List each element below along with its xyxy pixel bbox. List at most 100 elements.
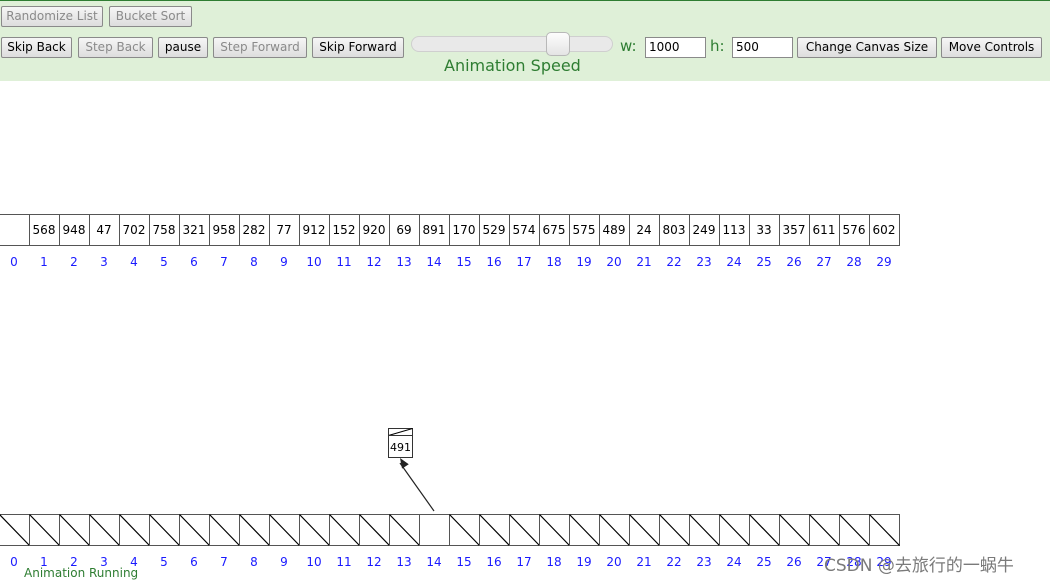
bucket-index-label: 13 xyxy=(396,555,411,569)
bucket-index-label: 0 xyxy=(10,555,18,569)
bucket-index-label: 18 xyxy=(546,555,561,569)
bucket-index-labels: 0 1 2 3 4 5 6 7 8 9 10 11 12 13 14 15 16 17 18 19 20 21 22 23 24… xyxy=(10,555,891,569)
array-cell-value: 69 xyxy=(396,223,411,237)
bucket-index-label: 11 xyxy=(336,555,351,569)
array-index-label: 4 xyxy=(130,255,138,269)
move-controls-button[interactable]: Move Controls xyxy=(941,37,1042,58)
array-cell-value: 574 xyxy=(513,223,536,237)
array-cell-value: 575 xyxy=(573,223,596,237)
array-index-label: 24 xyxy=(726,255,741,269)
array-index-label: 0 xyxy=(10,255,18,269)
pointer-arrowhead xyxy=(400,458,409,469)
array-index-label: 18 xyxy=(546,255,561,269)
step-forward-button[interactable]: Step Forward xyxy=(213,37,307,58)
array-index-labels: 0 1 2 3 4 5 6 7 8 9 10 11 12 13 14 15 16 17 18 19 20 21 22 23 24… xyxy=(10,255,891,269)
bucket-index-label: 23 xyxy=(696,555,711,569)
array-index-label: 25 xyxy=(756,255,771,269)
array-cells: 568 948 47 702 758 321 958 282 77 912 152 920 69 891 1… xyxy=(0,214,900,246)
array-cell-value: 170 xyxy=(453,223,476,237)
bucket-index-label: 19 xyxy=(576,555,591,569)
animation-speed-slider[interactable] xyxy=(411,36,613,52)
bucket-index-label: 21 xyxy=(636,555,651,569)
height-label: h: xyxy=(710,37,725,55)
array-cell-value: 891 xyxy=(423,223,446,237)
bucket-index-label: 26 xyxy=(786,555,801,569)
array-cell-value: 920 xyxy=(363,223,386,237)
array-index-label: 15 xyxy=(456,255,471,269)
array-index-label: 5 xyxy=(160,255,168,269)
bucket-index-label: 7 xyxy=(220,555,228,569)
bucket-index-label: 17 xyxy=(516,555,531,569)
bucket-index-label: 20 xyxy=(606,555,621,569)
controls-panel: Randomize List Bucket Sort Skip Back Ste… xyxy=(0,0,1050,81)
skip-forward-button[interactable]: Skip Forward xyxy=(312,37,404,58)
array-cell-value: 568 xyxy=(33,223,56,237)
array-index-label: 9 xyxy=(280,255,288,269)
array-cell-value: 282 xyxy=(243,223,266,237)
bucket-index-label: 22 xyxy=(666,555,681,569)
bucket-index-label: 15 xyxy=(456,555,471,569)
change-canvas-size-button[interactable]: Change Canvas Size xyxy=(797,37,937,58)
array-index-label: 2 xyxy=(70,255,78,269)
array-cell-value: 357 xyxy=(783,223,806,237)
array-index-label: 7 xyxy=(220,255,228,269)
bucket-index-label: 10 xyxy=(306,555,321,569)
array-index-label: 8 xyxy=(250,255,258,269)
array-index-label: 17 xyxy=(516,255,531,269)
array-cell-value: 948 xyxy=(63,223,86,237)
bucket-index-label: 6 xyxy=(190,555,198,569)
array-index-label: 21 xyxy=(636,255,651,269)
bucket-index-label: 25 xyxy=(756,555,771,569)
array-cell-value: 611 xyxy=(813,223,836,237)
array-index-label: 11 xyxy=(336,255,351,269)
skip-back-button[interactable]: Skip Back xyxy=(1,37,72,58)
array-cell-value: 576 xyxy=(843,223,866,237)
array-cell-value: 602 xyxy=(873,223,896,237)
array-index-label: 12 xyxy=(366,255,381,269)
animation-status: Animation Running xyxy=(24,566,139,580)
array-cell-value: 33 xyxy=(756,223,771,237)
array-cell-value: 702 xyxy=(123,223,146,237)
animation-speed-label: Animation Speed xyxy=(444,56,581,75)
array-index-label: 20 xyxy=(606,255,621,269)
array-cell-value: 24 xyxy=(636,223,651,237)
array-cell-value: 47 xyxy=(96,223,111,237)
moving-node-group: 491 xyxy=(388,428,435,512)
array-index-label: 26 xyxy=(786,255,801,269)
pointer-arrow xyxy=(399,462,435,512)
bucket-sort-button[interactable]: Bucket Sort xyxy=(109,6,192,27)
animation-canvas: 568 948 47 702 758 321 958 282 77 912 152 920 69 891 1… xyxy=(0,214,900,569)
watermark: CSDN @去旅行的一蜗牛 xyxy=(824,556,1014,576)
bucket-cells xyxy=(0,514,900,546)
array-cell-value: 958 xyxy=(213,223,236,237)
bucket-index-label: 8 xyxy=(250,555,258,569)
bucket-index-label: 14 xyxy=(426,555,441,569)
array-cell-value: 77 xyxy=(276,223,291,237)
pause-button[interactable]: pause xyxy=(158,37,208,58)
array-cell-value: 152 xyxy=(333,223,356,237)
randomize-list-button[interactable]: Randomize List xyxy=(1,6,103,27)
array-cell-value: 113 xyxy=(723,223,746,237)
array-index-label: 14 xyxy=(426,255,441,269)
width-input[interactable]: 1000 xyxy=(645,37,706,58)
array-index-label: 27 xyxy=(816,255,831,269)
array-index-label: 28 xyxy=(846,255,861,269)
bucket-index-label: 5 xyxy=(160,555,168,569)
array-index-label: 13 xyxy=(396,255,411,269)
array-cell-value: 758 xyxy=(153,223,176,237)
height-input[interactable]: 500 xyxy=(732,37,793,58)
array-cell-value: 249 xyxy=(693,223,716,237)
array-index-label: 16 xyxy=(486,255,501,269)
step-back-button[interactable]: Step Back xyxy=(78,37,153,58)
animation-speed-slider-thumb[interactable] xyxy=(546,32,571,56)
array-index-label: 1 xyxy=(40,255,48,269)
array-cell xyxy=(0,214,30,246)
array-cell-value: 321 xyxy=(183,223,206,237)
array-index-label: 6 xyxy=(190,255,198,269)
array-index-label: 29 xyxy=(876,255,891,269)
node-value: 491 xyxy=(390,441,411,454)
array-index-label: 10 xyxy=(306,255,321,269)
bucket-index-label: 16 xyxy=(486,555,501,569)
array-cell-value: 675 xyxy=(543,223,566,237)
bucket-index-label: 12 xyxy=(366,555,381,569)
